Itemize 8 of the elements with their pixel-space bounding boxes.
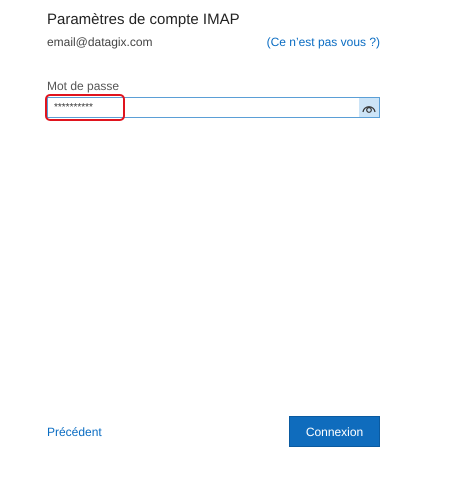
- not-you-link[interactable]: (Ce n’est pas vous ?): [266, 35, 380, 49]
- eye-icon[interactable]: [359, 98, 379, 117]
- password-field[interactable]: **********: [47, 97, 380, 118]
- field-label: Mot de passe: [47, 79, 120, 93]
- dialog-title: Paramètres de compte IMAP: [47, 11, 241, 28]
- back-link[interactable]: Précédent: [47, 424, 102, 438]
- connect-button[interactable]: Connexion: [289, 416, 380, 447]
- email-address: email@datagix.com: [47, 35, 153, 49]
